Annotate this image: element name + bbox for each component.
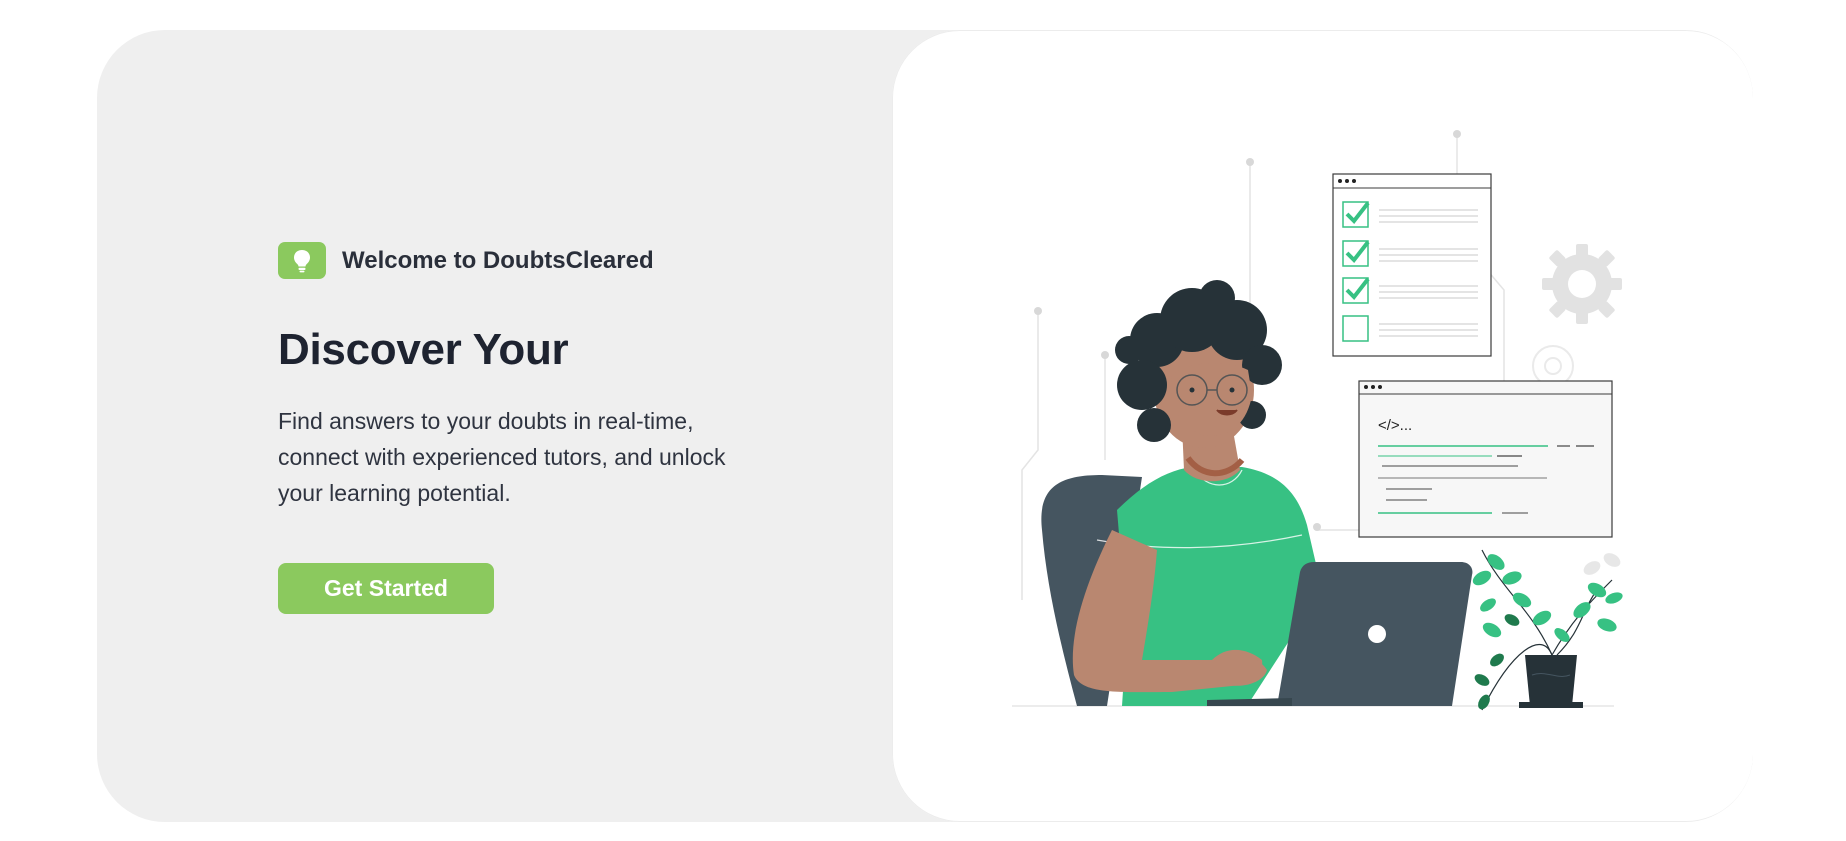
checkbox-checked bbox=[1342, 201, 1370, 228]
code-snippet-text: </>... bbox=[1378, 417, 1412, 434]
checkbox-checked bbox=[1342, 240, 1370, 267]
welcome-row: Welcome to DoubtsCleared bbox=[278, 242, 798, 279]
illustration-panel: </>... bbox=[892, 30, 1753, 822]
checklist-window bbox=[1332, 173, 1492, 357]
checkbox-checked bbox=[1342, 277, 1370, 304]
small-gear-icon bbox=[1532, 345, 1574, 387]
potted-plant bbox=[1472, 549, 1623, 711]
checkbox-empty bbox=[1342, 315, 1369, 342]
student-at-laptop-illustration: </>... bbox=[1012, 130, 1623, 711]
gear-icon bbox=[1542, 244, 1622, 324]
hero-card: Welcome to DoubtsCleared Discover Your F… bbox=[97, 30, 1753, 822]
lightbulb-badge bbox=[278, 242, 326, 279]
laptop-logo-icon bbox=[1368, 625, 1386, 643]
hero-description: Find answers to your doubts in real-time… bbox=[278, 408, 726, 506]
get-started-button[interactable]: Get Started bbox=[278, 563, 494, 614]
lightbulb-icon bbox=[294, 249, 310, 272]
code-window: </>... bbox=[1358, 380, 1613, 538]
page-title: Discover Your bbox=[278, 325, 569, 374]
hero-text-section: Welcome to DoubtsCleared Discover Your F… bbox=[278, 242, 798, 614]
welcome-text: Welcome to DoubtsCleared bbox=[342, 246, 654, 274]
